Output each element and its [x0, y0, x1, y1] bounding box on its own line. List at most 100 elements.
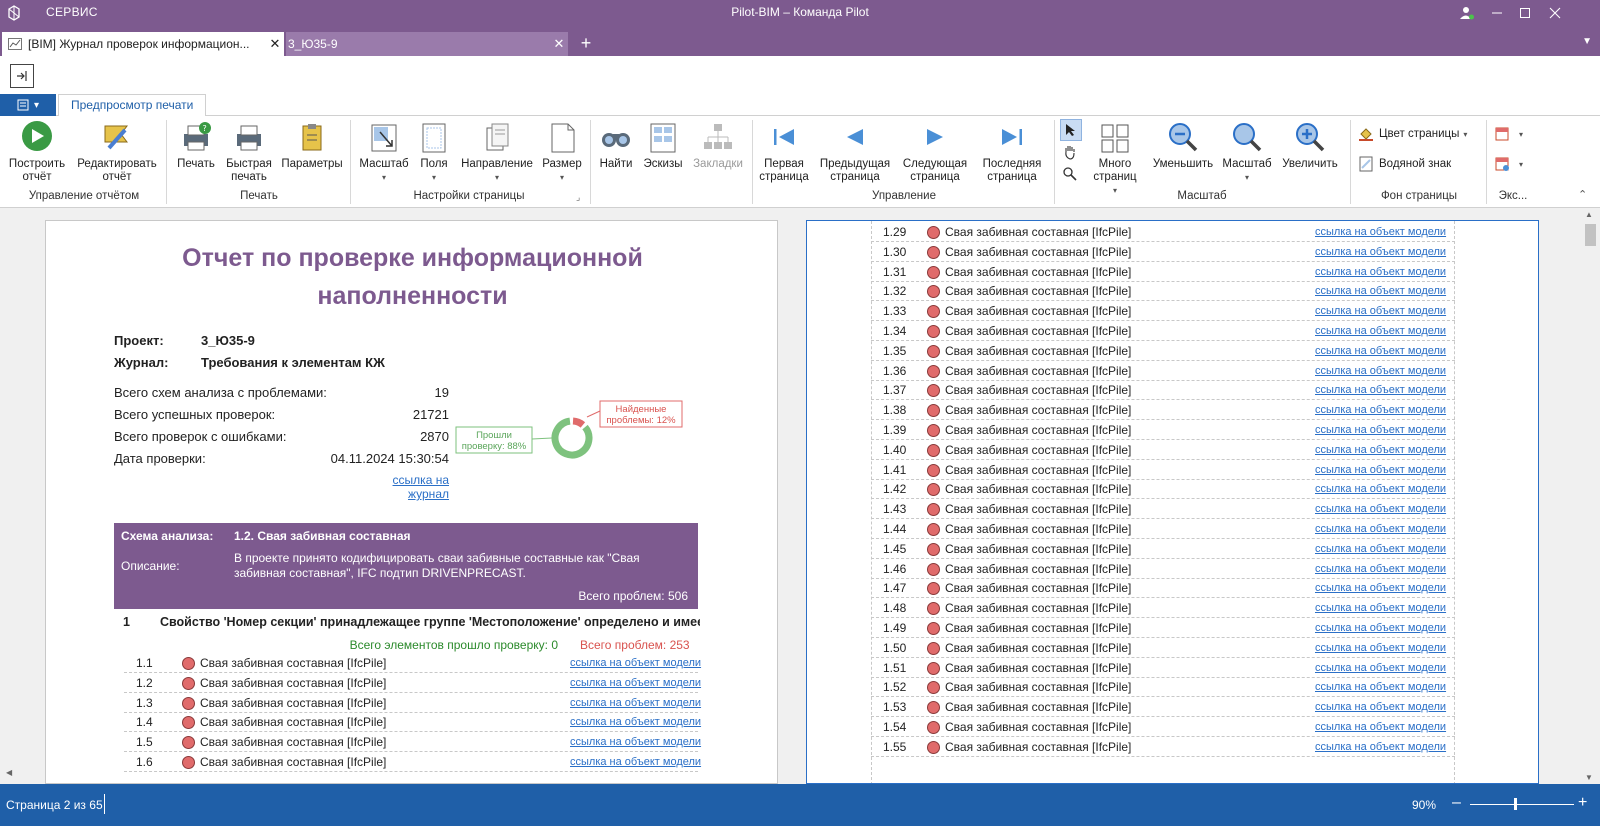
- zoom-slider-track[interactable]: [1470, 804, 1574, 805]
- model-object-link[interactable]: ссылка на объект модели: [570, 657, 701, 669]
- collapse-ribbon-icon[interactable]: ⌃: [1578, 188, 1587, 201]
- report-page-2[interactable]: 1.29 Свая забивная составная [IfcPile] ссы…: [806, 220, 1539, 784]
- zoom-out-icon[interactable]: –: [1452, 794, 1461, 812]
- last-page-button[interactable]: Последняя страница: [976, 120, 1048, 184]
- model-object-link[interactable]: ссылка на объект модели: [1315, 701, 1446, 713]
- file-menu-button[interactable]: ▾: [0, 94, 56, 116]
- user-status-icon[interactable]: [1452, 0, 1482, 26]
- report-page-1[interactable]: Отчет по проверке информационной наполне…: [45, 220, 778, 784]
- first-page-button[interactable]: Первая страница: [758, 120, 810, 184]
- description-label: Описание:: [121, 559, 180, 573]
- build-report-button[interactable]: Построить отчёт: [4, 120, 70, 184]
- model-object-link[interactable]: ссылка на объект модели: [1315, 464, 1446, 476]
- model-object-link[interactable]: ссылка на объект модели: [1315, 325, 1446, 337]
- orientation-button[interactable]: Направление ▾: [458, 120, 536, 184]
- model-object-link[interactable]: ссылка на объект модели: [1315, 681, 1446, 693]
- page-color-button[interactable]: Цвет страницы ▾: [1358, 126, 1467, 142]
- group-label-report: Управление отчётом: [28, 190, 140, 202]
- row-element-name: Свая забивная составная [IfcPile]: [945, 442, 1132, 457]
- model-object-link[interactable]: ссылка на объект модели: [1315, 266, 1446, 278]
- close-window-button[interactable]: [1540, 0, 1570, 26]
- model-object-link[interactable]: ссылка на объект модели: [1315, 444, 1446, 456]
- scroll-left-icon[interactable]: ◀: [6, 768, 12, 777]
- zoom-tool-button[interactable]: [1062, 166, 1080, 184]
- model-object-link[interactable]: ссылка на объект модели: [1315, 365, 1446, 377]
- dialog-launcher-icon[interactable]: ⌟: [576, 192, 580, 203]
- add-tab-button[interactable]: +: [574, 32, 598, 56]
- error-status-icon: [927, 641, 940, 655]
- parameters-button[interactable]: Параметры: [280, 120, 344, 171]
- exit-preview-button[interactable]: [10, 64, 34, 88]
- model-object-link[interactable]: ссылка на объект модели: [570, 697, 701, 709]
- row-element-name: Свая забивная составная [IfcPile]: [945, 680, 1132, 695]
- model-object-link[interactable]: ссылка на объект модели: [1315, 642, 1446, 654]
- model-object-link[interactable]: ссылка на объект модели: [1315, 503, 1446, 515]
- model-object-link[interactable]: ссылка на объект модели: [1315, 305, 1446, 317]
- send-button[interactable]: ▾: [1494, 156, 1523, 172]
- model-object-link[interactable]: ссылка на объект модели: [1315, 523, 1446, 535]
- model-object-link[interactable]: ссылка на объект модели: [1315, 622, 1446, 634]
- model-object-link[interactable]: ссылка на объект модели: [1315, 741, 1446, 753]
- model-object-link[interactable]: ссылка на объект модели: [1315, 285, 1446, 297]
- model-object-link[interactable]: ссылка на объект модели: [570, 677, 701, 689]
- ribbon-separator: [1486, 120, 1487, 204]
- multiple-pages-button[interactable]: Много страниц ▾: [1086, 120, 1144, 197]
- bookmarks-button[interactable]: Закладки: [690, 120, 746, 171]
- chevron-down-icon[interactable]: ▼: [1582, 36, 1592, 47]
- margins-button[interactable]: Поля ▾: [414, 120, 454, 184]
- tab-print-preview[interactable]: Предпросмотр печати: [58, 94, 207, 117]
- close-tab-icon[interactable]: ✕: [266, 36, 284, 52]
- model-object-link[interactable]: ссылка на объект модели: [1315, 345, 1446, 357]
- quick-print-button[interactable]: Быстрая печать: [222, 120, 276, 184]
- previous-page-button[interactable]: Предыдущая страница: [816, 120, 894, 184]
- model-object-link[interactable]: ссылка на объект модели: [1315, 662, 1446, 674]
- export-button[interactable]: ▾: [1494, 126, 1523, 142]
- model-object-link[interactable]: ссылка на объект модели: [1315, 563, 1446, 575]
- model-object-link[interactable]: ссылка на объект модели: [570, 736, 701, 748]
- thumbnails-button[interactable]: Эскизы: [640, 120, 686, 171]
- horizontal-scrollbar[interactable]: ◀: [0, 764, 1581, 784]
- zoom-slider-thumb[interactable]: [1514, 798, 1517, 810]
- size-button[interactable]: Размер ▾: [538, 120, 586, 184]
- first-page-icon: [774, 129, 794, 145]
- zoom-in-icon[interactable]: +: [1578, 794, 1587, 812]
- model-object-link[interactable]: ссылка на объект модели: [1315, 543, 1446, 555]
- model-object-link[interactable]: ссылка на объект модели: [1315, 404, 1446, 416]
- minimize-button[interactable]: [1482, 0, 1512, 26]
- zoom-button[interactable]: Масштаб ▾: [1220, 120, 1274, 184]
- scroll-thumb[interactable]: [1585, 224, 1596, 246]
- tab-journal[interactable]: [BIM] Журнал проверок информацион... ✕: [2, 32, 284, 56]
- zoom-in-button[interactable]: Увеличить: [1278, 120, 1342, 171]
- row-element-name: Свая забивная составная [IfcPile]: [945, 561, 1132, 576]
- zoom-out-button[interactable]: Уменьшить: [1150, 120, 1216, 171]
- preview-workspace[interactable]: Отчет по проверке информационной наполне…: [0, 208, 1600, 784]
- error-status-icon: [927, 661, 940, 675]
- model-object-link[interactable]: ссылка на объект модели: [1315, 246, 1446, 258]
- model-object-link[interactable]: ссылка на объект модели: [1315, 721, 1446, 733]
- model-object-link[interactable]: ссылка на объект модели: [1315, 483, 1446, 495]
- scale-button[interactable]: Масштаб ▾: [356, 120, 412, 184]
- edit-report-button[interactable]: Редактировать отчёт: [74, 120, 160, 184]
- vertical-scrollbar[interactable]: ▲ ▼: [1581, 208, 1600, 784]
- row-element-name: Свая забивная составная [IfcPile]: [945, 739, 1132, 754]
- tab-project[interactable]: 3_Ю35-9 ✕: [286, 32, 568, 56]
- model-object-link[interactable]: ссылка на объект модели: [570, 716, 701, 728]
- model-object-link[interactable]: ссылка на объект модели: [1315, 582, 1446, 594]
- print-button[interactable]: ? Печать: [172, 120, 220, 171]
- scroll-down-icon[interactable]: ▼: [1585, 773, 1593, 782]
- problem-row: 1.43 Свая забивная составная [IfcPile] ссы…: [871, 500, 1455, 520]
- model-object-link[interactable]: ссылка на объект модели: [1315, 602, 1446, 614]
- model-object-link[interactable]: ссылка на объект модели: [1315, 424, 1446, 436]
- model-object-link[interactable]: ссылка на объект модели: [1315, 384, 1446, 396]
- error-status-icon: [927, 245, 940, 259]
- hand-tool-button[interactable]: [1062, 144, 1080, 162]
- maximize-button[interactable]: [1510, 0, 1540, 26]
- model-object-link[interactable]: ссылка на объект модели: [1315, 226, 1446, 238]
- close-tab-icon[interactable]: ✕: [550, 36, 568, 52]
- watermark-button[interactable]: Водяной знак: [1358, 156, 1451, 172]
- pointer-tool-button[interactable]: [1060, 119, 1082, 141]
- find-button[interactable]: Найти: [596, 120, 636, 171]
- next-page-button[interactable]: Следующая страница: [898, 120, 972, 184]
- journal-link[interactable]: ссылка на журнал: [349, 473, 449, 501]
- scroll-up-icon[interactable]: ▲: [1585, 210, 1593, 219]
